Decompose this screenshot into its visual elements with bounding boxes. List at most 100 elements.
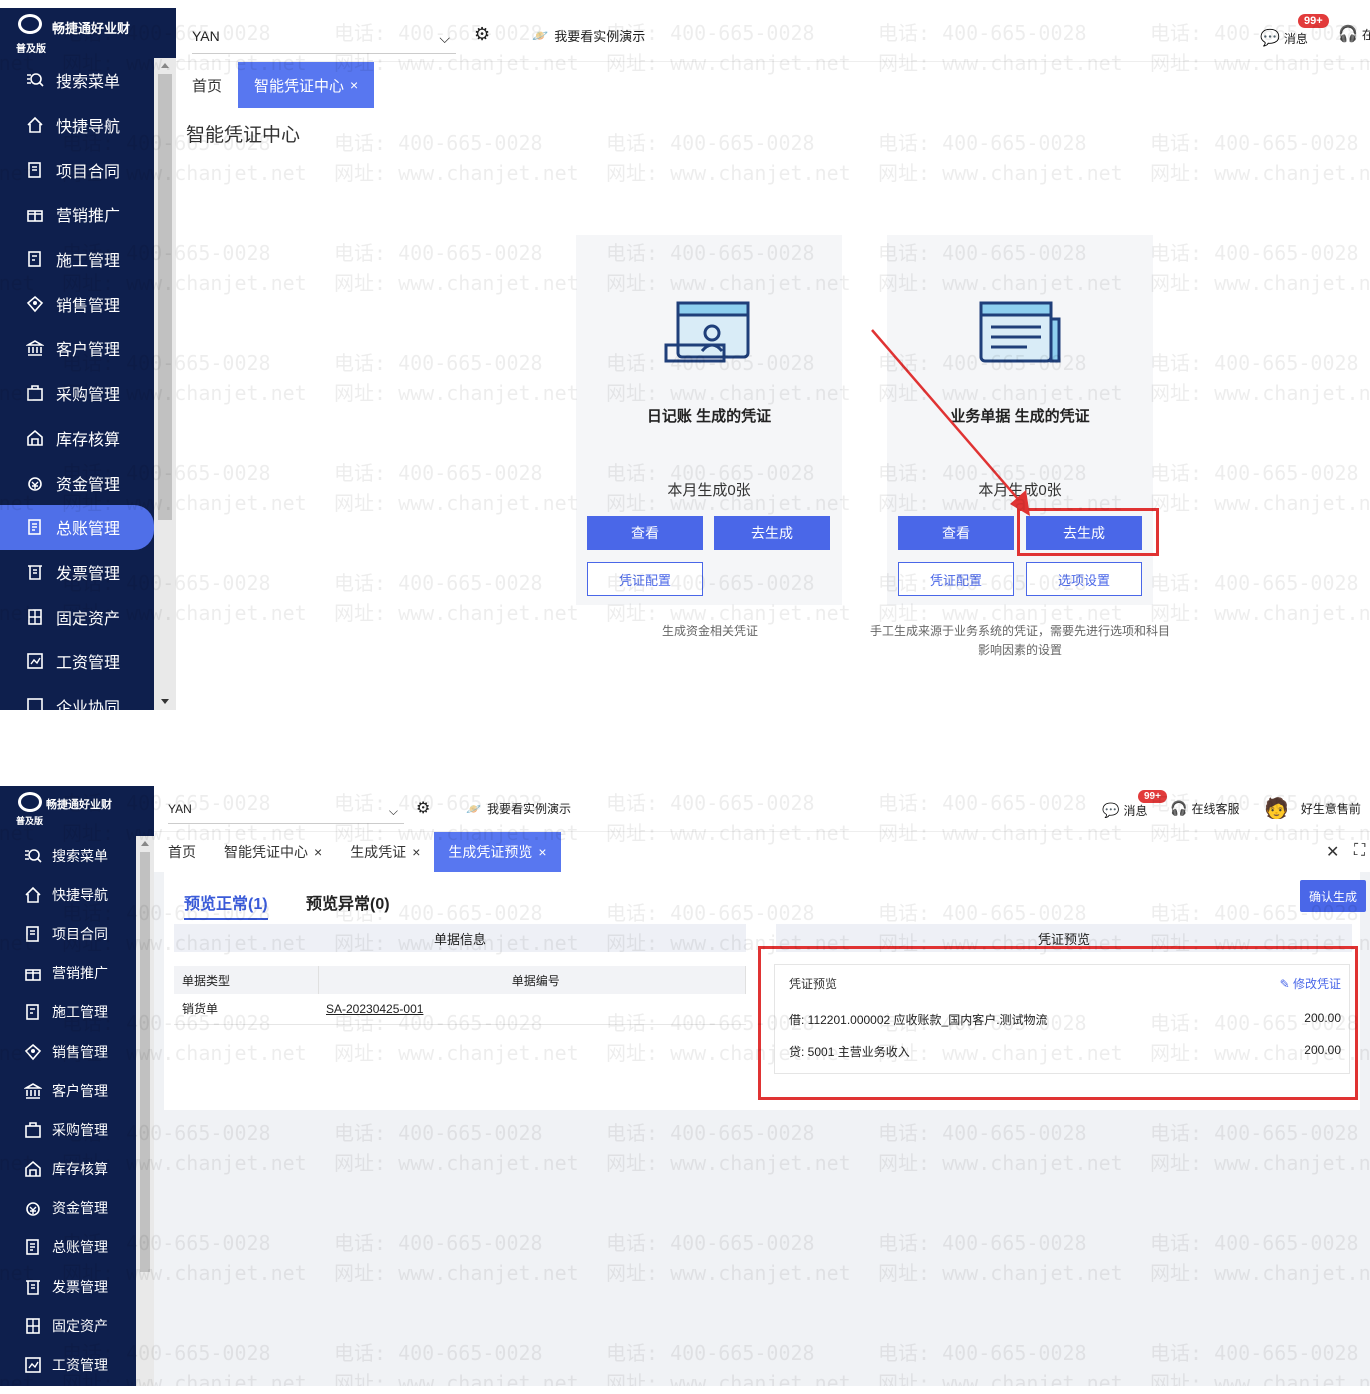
close-icon[interactable]: ×	[350, 77, 358, 93]
voucher-config-button[interactable]: 凭证配置	[898, 562, 1014, 596]
close-icon[interactable]: ×	[538, 844, 546, 860]
scroll-thumb[interactable]	[140, 852, 150, 1272]
watermark-text: 电话: 400-665-0028网址: www.chanjet.net	[878, 1231, 1123, 1285]
option-settings-button[interactable]: 选项设置	[1026, 562, 1142, 596]
sidebar: 畅捷通好业财 普及版 搜索菜单 快捷导航 项目合同 营销推广 施工管理 销售管理…	[0, 786, 154, 1386]
invoice-icon	[26, 563, 44, 581]
sidebar-item-sales[interactable]: 销售管理	[0, 1032, 136, 1071]
sidebar-item-customer[interactable]: 客户管理	[0, 1071, 136, 1110]
tab-home[interactable]: 首页	[154, 832, 210, 872]
contract-icon	[24, 925, 42, 943]
sidebar-item-nav[interactable]: 快捷导航	[0, 103, 154, 148]
sidebar-item-asset[interactable]: 固定资产	[0, 594, 154, 639]
highlight-box	[1017, 508, 1159, 556]
close-all-icon[interactable]: ✕	[1326, 842, 1339, 862]
org-selector[interactable]: YAN ⌵	[192, 28, 456, 54]
tab-generate-voucher[interactable]: 生成凭证 ×	[336, 832, 434, 872]
logo-icon	[18, 14, 42, 34]
sidebar-item-contract[interactable]: 项目合同	[0, 147, 154, 192]
scroll-up-icon[interactable]	[161, 63, 169, 68]
scroll-up-icon[interactable]	[141, 841, 149, 846]
brand-logo[interactable]: 畅捷通好业财 普及版	[0, 8, 176, 58]
sidebar-item-search[interactable]: 搜索菜单	[0, 836, 136, 875]
sidebar-item-ledger[interactable]: 总账管理	[0, 504, 154, 550]
gift-icon	[24, 964, 42, 982]
tab-home[interactable]: 首页	[176, 62, 238, 108]
sidebar-item-construction[interactable]: 施工管理	[0, 237, 154, 282]
sidebar-item-marketing[interactable]: 营销推广	[0, 954, 136, 993]
sidebar-item-funds[interactable]: 资金管理	[0, 460, 154, 505]
generate-button[interactable]: 去生成	[714, 516, 830, 550]
demo-link[interactable]: 🪐 我要看实例演示	[466, 800, 571, 817]
org-selector[interactable]: YAN ⌵	[168, 802, 404, 824]
warehouse-icon	[26, 429, 44, 447]
sidebar-item-customer[interactable]: 客户管理	[0, 326, 154, 371]
sidebar-item-salary[interactable]: 工资管理	[0, 1345, 136, 1384]
sidebar-item-asset[interactable]: 固定资产	[0, 1306, 136, 1345]
tab-voucher-center[interactable]: 智能凭证中心 ×	[210, 832, 336, 872]
contract-icon	[26, 161, 44, 179]
sidebar-item-salary[interactable]: 工资管理	[0, 639, 154, 684]
gift-icon	[26, 205, 44, 223]
tab-voucher-preview[interactable]: 生成凭证预览 ×	[434, 832, 561, 872]
messages-badge: 99+	[1298, 14, 1329, 28]
sidebar-scrollbar[interactable]	[136, 836, 154, 1386]
construction-icon	[24, 1003, 42, 1021]
search-menu-icon	[26, 71, 44, 89]
watermark-text: 电话: 400-665-0028网址: www.chanjet.net	[606, 1341, 851, 1386]
tab-bar: 首页 智能凭证中心 × 生成凭证 × 生成凭证预览 ×	[154, 832, 1370, 872]
confirm-generate-button[interactable]: 确认生成	[1300, 880, 1366, 912]
sidebar-scrollbar[interactable]	[154, 58, 176, 710]
demo-link[interactable]: 🪐 我要看实例演示	[532, 26, 645, 45]
doc-number-link[interactable]: SA-20230425-001	[318, 994, 746, 1025]
sidebar-item-construction[interactable]: 施工管理	[0, 993, 136, 1032]
brand-logo[interactable]: 畅捷通好业财 普及版	[0, 786, 154, 836]
scroll-thumb[interactable]	[158, 74, 172, 520]
card-title: 日记账 生成的凭证	[646, 408, 772, 425]
sidebar-item-invoice[interactable]: 发票管理	[0, 550, 154, 595]
sidebar-item-sales[interactable]: 销售管理	[0, 281, 154, 326]
chevron-down-icon: ⌵	[388, 804, 398, 818]
online-service-button[interactable]: 🎧 在	[1338, 24, 1370, 44]
sidebar-item-inventory[interactable]: 库存核算	[0, 1150, 136, 1189]
voucher-config-button[interactable]: 凭证配置	[587, 562, 703, 596]
messages-button[interactable]: 💬 消息	[1102, 802, 1147, 819]
view-button[interactable]: 查看	[587, 516, 703, 550]
sidebar-item-invoice[interactable]: 发票管理	[0, 1267, 136, 1306]
watermark-text: 电话: 400-665-0028网址: www.chanjet.net	[334, 1341, 579, 1386]
card-description: 手工生成来源于业务系统的凭证，需要先进行选项和科目影响因素的设置	[870, 624, 1171, 657]
fullscreen-icon[interactable]: ⛶	[1354, 842, 1365, 860]
sidebar-item-inventory[interactable]: 库存核算	[0, 416, 154, 461]
home-icon	[24, 886, 42, 904]
sidebar-item-collab[interactable]: 企业协同	[0, 684, 154, 710]
close-icon[interactable]: ×	[412, 844, 420, 860]
money-icon	[24, 1199, 42, 1217]
money-icon	[26, 474, 44, 492]
table-row[interactable]: 销货单 SA-20230425-001	[174, 994, 746, 1025]
gear-icon[interactable]: ⚙	[416, 798, 430, 818]
scroll-down-icon[interactable]	[161, 699, 169, 704]
sidebar-item-contract[interactable]: 项目合同	[0, 914, 136, 953]
ledger-icon	[26, 518, 44, 536]
user-menu[interactable]: 🧑 好生意售前	[1264, 796, 1361, 821]
tab-preview-normal[interactable]: 预览正常(1)	[184, 890, 268, 920]
sidebar-item-purchase[interactable]: 采购管理	[0, 1110, 136, 1149]
sidebar-item-purchase[interactable]: 采购管理	[0, 371, 154, 416]
headset-icon: 🎧	[1170, 800, 1188, 816]
logo-icon	[18, 792, 42, 812]
edition-label: 普及版	[16, 44, 46, 55]
messages-button[interactable]: 💬 消息	[1260, 28, 1308, 48]
doc-type-cell: 销货单	[174, 994, 318, 1025]
sidebar-item-marketing[interactable]: 营销推广	[0, 192, 154, 237]
watermark-text: 电话: 400-665-0028网址: www.chanjet.net	[1150, 1121, 1370, 1175]
planet-icon: 🪐	[466, 801, 481, 816]
sidebar-item-nav[interactable]: 快捷导航	[0, 875, 136, 914]
close-icon[interactable]: ×	[314, 844, 322, 860]
sidebar-item-funds[interactable]: 资金管理	[0, 1189, 136, 1228]
online-service-button[interactable]: 🎧 在线客服	[1170, 800, 1239, 817]
tab-preview-error[interactable]: 预览异常(0)	[306, 890, 390, 914]
gear-icon[interactable]: ⚙	[474, 24, 490, 45]
sidebar-item-search[interactable]: 搜索菜单	[0, 58, 154, 103]
sidebar-item-ledger[interactable]: 总账管理	[0, 1228, 136, 1267]
tab-voucher-center[interactable]: 智能凭证中心 ×	[238, 62, 375, 108]
